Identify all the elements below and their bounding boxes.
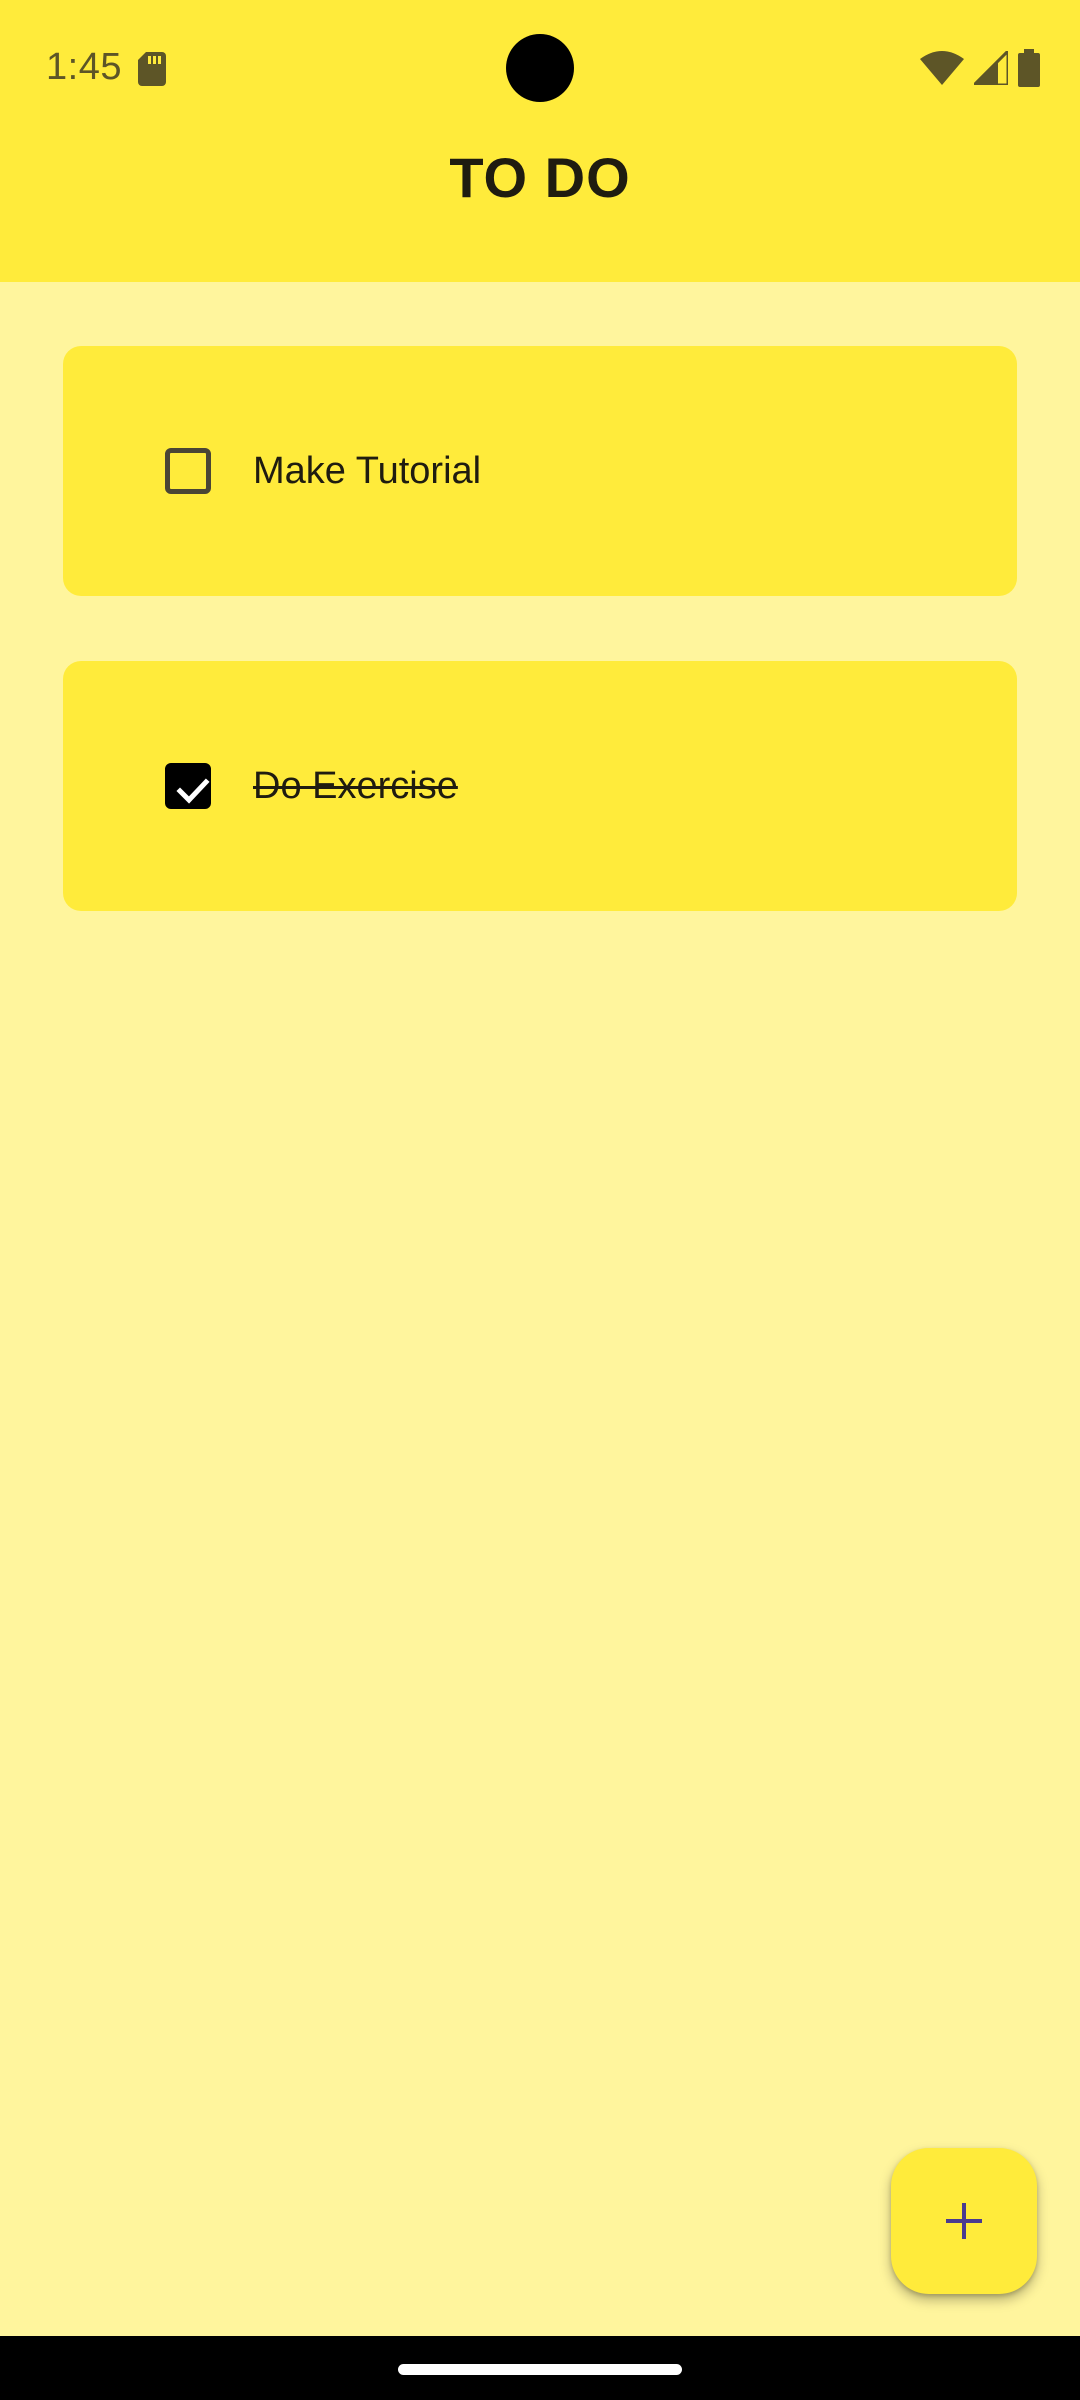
gesture-handle[interactable] <box>398 2364 682 2375</box>
sd-card-icon <box>138 52 166 86</box>
todo-item-do-exercise[interactable]: Do Exercise <box>63 661 1017 911</box>
add-todo-button[interactable] <box>891 2148 1037 2294</box>
todo-label: Do Exercise <box>253 765 458 807</box>
navigation-bar <box>0 2336 1080 2400</box>
page-title: TO DO <box>449 145 631 209</box>
status-icons <box>920 48 1040 88</box>
checkmark-icon <box>176 778 210 804</box>
wifi-icon <box>920 51 964 85</box>
status-bar: 1:45 <box>0 0 1080 130</box>
camera-cutout <box>506 34 574 102</box>
plus-icon <box>946 2203 982 2239</box>
todo-label: Make Tutorial <box>253 450 482 492</box>
todo-item-make-tutorial[interactable]: Make Tutorial <box>63 346 1017 596</box>
todo-checkbox-checked[interactable] <box>165 763 211 809</box>
cell-signal-icon <box>974 51 1008 85</box>
app-bar: TO DO <box>0 130 1080 282</box>
todo-list: Make Tutorial Do Exercise <box>63 346 1017 976</box>
todo-checkbox-unchecked[interactable] <box>165 448 211 494</box>
battery-icon <box>1018 49 1040 87</box>
status-time: 1:45 <box>46 46 122 88</box>
